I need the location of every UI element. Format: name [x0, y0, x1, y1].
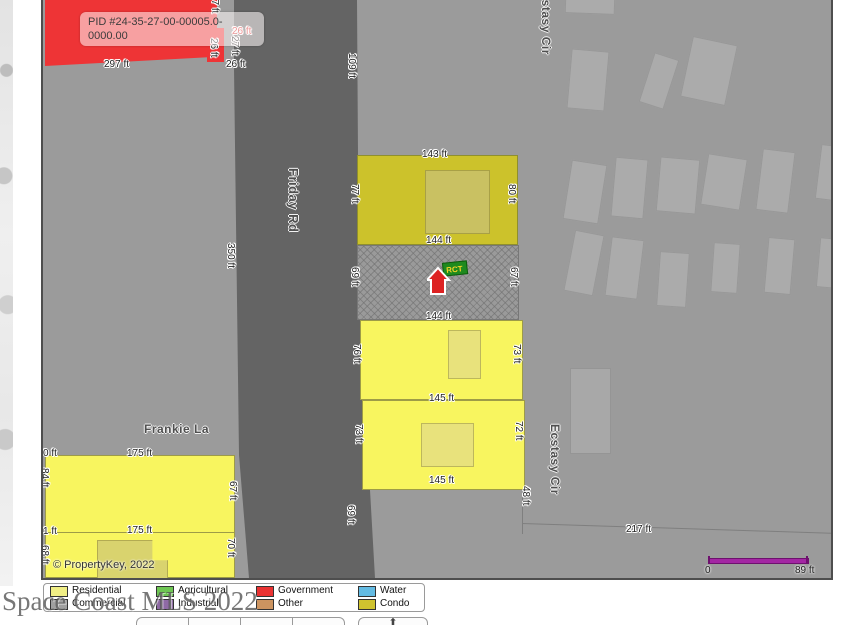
residential-parcel[interactable]: [360, 320, 523, 400]
scale-end-label: 89 ft: [795, 565, 814, 576]
scale-bar-tick: [708, 556, 710, 564]
legend-swatch: [256, 599, 274, 610]
building-footprint: [815, 144, 833, 201]
scale-bar-tick: [806, 556, 808, 564]
map-scale-bar: 0 89 ft: [703, 555, 819, 577]
measurement-label: 144 ft: [426, 312, 451, 322]
toolbar-segment[interactable]: [293, 618, 344, 625]
measurement-label: 143 ft: [422, 150, 447, 160]
measurement-label: 69 ft: [349, 267, 359, 286]
measurement-label: 70 ft: [225, 538, 235, 557]
scroll-up-button[interactable]: ⬆: [358, 617, 428, 625]
legend-swatch: [358, 599, 376, 610]
toolbar-segment[interactable]: [241, 618, 293, 625]
map-viewport[interactable]: 297 ft27 ft26 ft26 ft27 ft26 ft109 ft350…: [41, 0, 833, 580]
building-footprint: [680, 36, 738, 106]
legend-label: Government: [278, 586, 333, 596]
street-label: Friday Rd: [287, 168, 300, 232]
measurement-label: 217 ft: [626, 525, 651, 535]
building-footprint: [656, 251, 690, 308]
legend-item: Condo: [358, 598, 424, 610]
parcel-boundary-line: [522, 523, 833, 534]
building-footprint: [604, 236, 644, 300]
scale-bar-line: [709, 558, 809, 564]
measurement-label: 48 ft: [520, 486, 530, 505]
legend-item: Government: [256, 585, 358, 597]
measurement-label: 77 ft: [349, 184, 359, 203]
legend-label: Water: [380, 586, 406, 596]
measurement-label: 73 ft: [511, 344, 521, 363]
building-footprint: [425, 170, 490, 234]
building-footprint: [710, 242, 740, 294]
legend-label: Condo: [380, 599, 409, 609]
measurement-label: 145 ft: [429, 394, 454, 404]
toolbar-segment[interactable]: [137, 618, 189, 625]
mls-watermark: Space Coast MLS 2022: [2, 586, 258, 617]
measurement-label: 84 ft: [41, 468, 49, 487]
scale-start-label: 0: [705, 565, 711, 576]
street-label: Ecstasy Cir: [540, 0, 552, 55]
measurement-label: 67 ft: [508, 267, 518, 286]
photo-strip: [0, 0, 13, 586]
measurement-label: 145 ft: [429, 476, 454, 486]
measurement-label: 297 ft: [104, 60, 129, 70]
subject-property-marker[interactable]: RCT: [427, 258, 471, 298]
measurement-label: 26 ft: [226, 60, 245, 70]
building-footprint: [816, 237, 833, 289]
building-footprint: [700, 153, 748, 211]
bottom-toolbar[interactable]: [136, 617, 345, 625]
building-footprint: [764, 237, 796, 295]
building-footprint: [421, 423, 474, 467]
legend-label: Other: [278, 599, 303, 609]
building-footprint: [565, 0, 616, 15]
measurement-label: 175 ft: [127, 449, 152, 459]
building-footprint: [448, 330, 481, 379]
measurement-label: 350 ft: [225, 243, 235, 268]
measurement-label: 109 ft: [346, 53, 356, 78]
building-footprint: [563, 160, 608, 225]
building-footprint: [755, 148, 795, 214]
measurement-label: 73 ft: [353, 424, 363, 443]
marker-flag-label: RCT: [446, 264, 463, 275]
pid-line2: 0000.00: [88, 30, 256, 44]
measurement-label: 1 ft: [43, 527, 57, 537]
pid-line1: PID #24-35-27-00-00005.0-: [88, 16, 256, 30]
toolbar-segment[interactable]: [189, 618, 241, 625]
measurement-label: 80 ft: [506, 184, 516, 203]
legend-item: Other: [256, 598, 358, 610]
measurement-label: 69 ft: [345, 505, 355, 524]
building-footprint: [639, 52, 680, 109]
measurement-label: 0 ft: [43, 449, 57, 459]
building-footprint: [570, 368, 611, 454]
building-footprint: [610, 157, 648, 220]
measurement-label: 175 ft: [127, 526, 152, 536]
legend-item: Water: [358, 585, 424, 597]
condo-parcel[interactable]: [357, 155, 518, 245]
measurement-label: 72 ft: [513, 421, 523, 440]
measurement-label: 67 ft: [227, 481, 237, 500]
building-footprint: [656, 156, 701, 214]
building-footprint: [563, 230, 604, 297]
building-footprint: [566, 48, 609, 111]
street-label: Frankie La: [144, 423, 209, 435]
marker-flag: RCT: [442, 261, 467, 276]
app-window: 297 ft27 ft26 ft26 ft27 ft26 ft109 ft350…: [0, 0, 854, 625]
legend-swatch: [358, 586, 376, 597]
measurement-label: 68 ft: [41, 545, 49, 564]
up-arrow-icon: ⬆: [388, 617, 397, 625]
measurement-label: 76 ft: [351, 344, 361, 363]
map-copyright: © PropertyKey, 2022: [53, 559, 154, 571]
legend-swatch: [256, 586, 274, 597]
measurement-label: 144 ft: [426, 236, 451, 246]
pid-tooltip: PID #24-35-27-00-00005.0- 0000.00: [80, 12, 264, 46]
street-label: Ecstasy Cir: [549, 424, 561, 495]
parcel-map[interactable]: 297 ft27 ft26 ft26 ft27 ft26 ft109 ft350…: [43, 0, 831, 578]
